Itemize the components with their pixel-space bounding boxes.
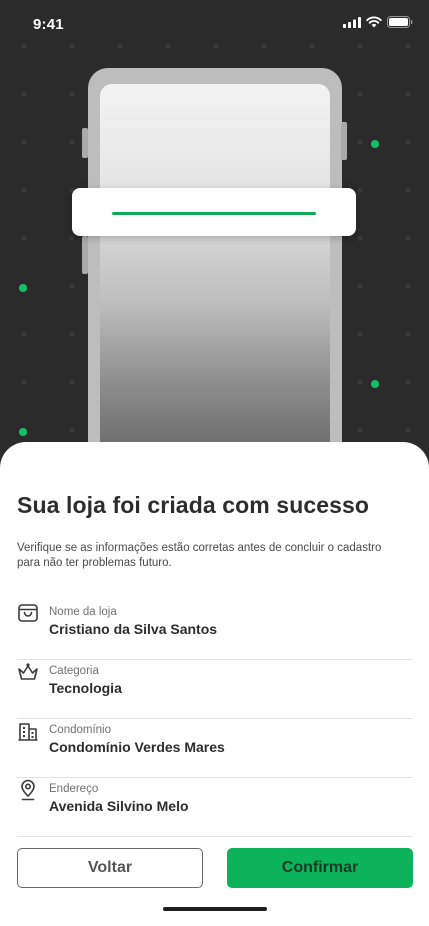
progress-line: [112, 212, 316, 215]
decorative-dot: [19, 428, 27, 436]
building-icon: [18, 723, 38, 741]
detail-value: Tecnologia: [49, 680, 122, 696]
status-time: 9:41: [33, 16, 64, 33]
detail-row-condominium: Condomínio Condomínio Verdes Mares: [17, 719, 413, 778]
detail-value: Cristiano da Silva Santos: [49, 621, 218, 637]
status-bar: 9:41: [0, 0, 429, 48]
location-pin-icon: [21, 779, 35, 801]
confirmation-sheet: Sua loja foi criada com sucesso Verifiqu…: [0, 442, 429, 926]
wifi-icon: [366, 16, 382, 28]
confirm-button[interactable]: Confirmar: [227, 848, 413, 888]
crown-icon: [18, 663, 38, 680]
phone-side-button: [82, 128, 88, 158]
detail-label: Nome da loja: [49, 606, 117, 618]
detail-label: Condomínio: [49, 724, 112, 736]
page-description: Verifique se as informações estão corret…: [17, 542, 382, 569]
home-indicator: [163, 907, 267, 911]
detail-row-address: Endereço Avenida Silvino Melo: [17, 778, 413, 837]
progress-card: [72, 188, 356, 236]
signal-icon: [343, 16, 361, 28]
phone-screen-illustration: [100, 84, 330, 470]
battery-icon: [387, 16, 413, 28]
back-button[interactable]: Voltar: [17, 848, 203, 888]
decorative-dot: [371, 140, 379, 148]
detail-label: Categoria: [49, 665, 99, 677]
page-title: Sua loja foi criada com sucesso: [17, 492, 370, 518]
detail-row-category: Categoria Tecnologia: [17, 660, 413, 719]
phone-side-button: [341, 122, 347, 160]
status-icons: [343, 16, 413, 28]
hero-illustration: 9:41: [0, 0, 429, 470]
decorative-dot: [19, 284, 27, 292]
decorative-dot: [371, 380, 379, 388]
detail-value: Condomínio Verdes Mares: [49, 739, 225, 755]
detail-label: Endereço: [49, 783, 99, 795]
phone-side-button: [82, 236, 88, 274]
shopping-bag-icon: [18, 604, 38, 622]
detail-row-store-name: Nome da loja Cristiano da Silva Santos: [17, 601, 413, 660]
detail-value: Avenida Silvino Melo: [49, 798, 189, 814]
